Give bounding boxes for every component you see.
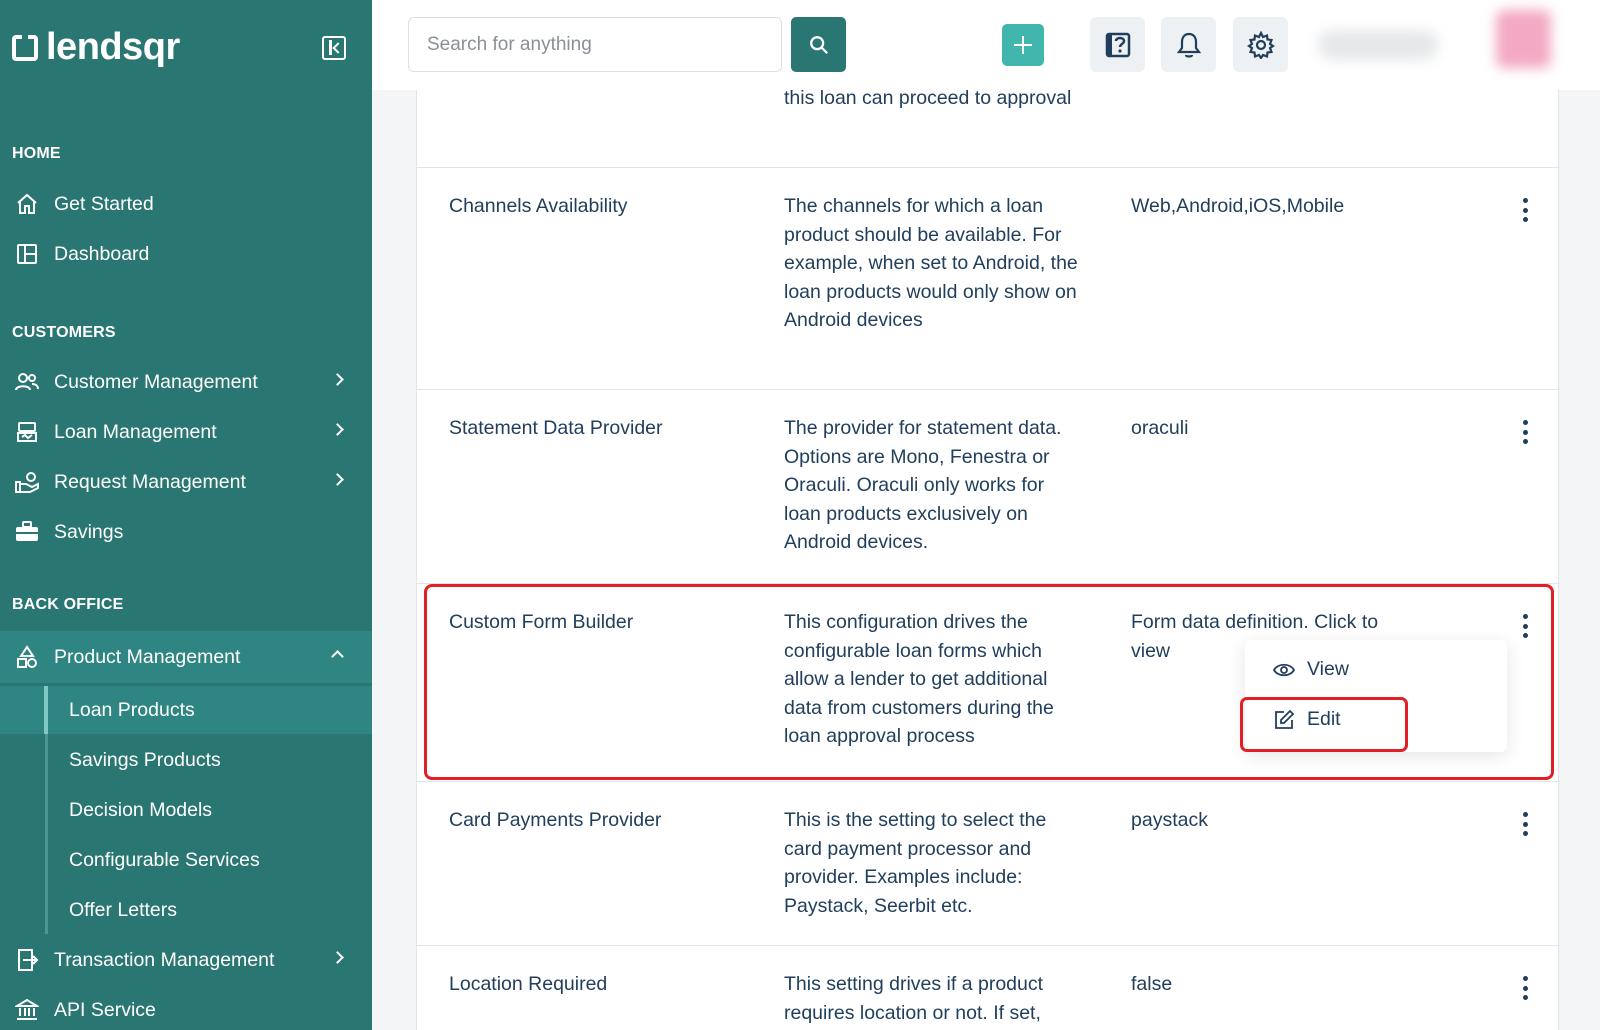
sidebar-item-label: Customer Management [54,370,258,393]
row-actions-kebab-icon[interactable] [1515,420,1535,444]
row-actions-kebab-icon[interactable] [1515,976,1535,1000]
sidebar-item-label: Request Management [54,470,246,493]
sidebar-subitem-loan-products[interactable]: Loan Products [0,686,372,734]
plus-icon [1014,36,1032,54]
edit-highlight-box [1240,697,1408,752]
users-icon [14,369,40,395]
chevron-right-icon [331,473,344,486]
eye-icon [1273,663,1295,676]
brand-name: lendsqr [46,26,180,68]
chevron-right-icon [331,951,344,964]
sidebar-item-transaction-management[interactable]: Transaction Management [0,937,372,983]
sidebar-subitem-decision-models[interactable]: Decision Models [0,786,372,834]
sidebar-item-dashboard[interactable]: Dashboard [0,231,372,277]
table-row: Location Required This setting drives if… [417,946,1560,1030]
configuration-table: this loan can proceed to approval Channe… [416,87,1560,1030]
sidebar-subitem-configurable-services[interactable]: Configurable Services [0,836,372,884]
sidebar-item-loan-management[interactable]: Loan Management [0,409,372,455]
row-actions-kebab-icon[interactable] [1515,812,1535,836]
sidebar-subitem-label: Offer Letters [69,898,178,921]
gear-icon [1246,30,1275,59]
row-name: Channels Availability [449,195,628,217]
row-name: Card Payments Provider [449,809,662,831]
products-icon [14,644,40,670]
row-description: This setting drives if a product require… [784,973,1044,1024]
sidebar-item-product-management[interactable]: Product Management [0,631,372,683]
bank-icon [14,997,40,1023]
sidebar-subitem-savings-products[interactable]: Savings Products [0,736,372,784]
sidebar-item-request-management[interactable]: Request Management [0,459,372,505]
sidebar-subitem-label: Savings Products [69,748,221,771]
menu-item-label: View [1307,658,1349,680]
row-name: Location Required [449,973,608,995]
menu-item-view[interactable]: View [1273,658,1349,681]
section-title-home: HOME [12,145,61,162]
row-value: oraculi [1131,417,1189,439]
sidebar-item-label: API Service [54,998,156,1021]
section-title-back-office: BACK OFFICE [12,596,124,613]
sidebar-subitem-label: Configurable Services [69,848,260,871]
settings-button[interactable] [1233,17,1288,72]
sidebar-item-label: Savings [54,520,124,543]
logo-icon [12,34,38,61]
table-row: this loan can proceed to approval [417,87,1560,168]
row-value: paystack [1131,809,1208,831]
dashboard-icon [14,241,40,267]
sidebar-item-get-started[interactable]: Get Started [0,181,372,227]
search-icon [809,35,828,54]
row-value: false [1131,973,1173,995]
chevron-up-icon [331,650,344,663]
row-description: The channels for which a loan product sh… [784,195,1078,332]
table-row: Card Payments Provider This is the setti… [417,782,1560,946]
sidebar: lendsqr HOME Get Started Dashboard CUSTO… [0,0,372,1030]
table-row: Statement Data Provider The provider for… [417,390,1560,584]
sidebar-item-savings[interactable]: Savings [0,509,372,555]
help-button[interactable] [1090,17,1145,72]
loan-icon [14,419,40,445]
add-button[interactable] [1002,24,1044,66]
sidebar-item-api-service[interactable]: API Service [0,987,372,1030]
sidebar-item-label: Loan Management [54,420,217,443]
sidebar-item-label: Product Management [54,645,241,668]
row-actions-kebab-icon[interactable] [1515,198,1535,222]
row-value: Web,Android,iOS,Mobile [1131,195,1345,217]
bell-icon [1176,32,1201,58]
search-button[interactable] [791,17,846,72]
avatar[interactable] [1496,10,1551,68]
user-name-blurred[interactable] [1318,30,1438,60]
row-description: The provider for statement data. Options… [784,417,1062,554]
collapse-sidebar-icon[interactable] [322,36,346,60]
notifications-button[interactable] [1161,17,1216,72]
row-name: Statement Data Provider [449,417,663,439]
sidebar-subitem-label: Decision Models [69,798,213,821]
request-icon [14,469,40,495]
active-indicator [44,686,48,734]
sidebar-subitem-label: Loan Products [69,698,195,721]
chevron-right-icon [331,373,344,386]
home-icon [14,191,40,217]
search-input[interactable]: Search for anything [408,17,782,72]
sidebar-item-customer-management[interactable]: Customer Management [0,359,372,405]
help-icon [1105,32,1130,57]
chevron-right-icon [331,423,344,436]
brand-logo[interactable]: lendsqr [12,26,180,69]
sidebar-item-label: Dashboard [54,242,150,265]
sidebar-item-label: Get Started [54,192,154,215]
sidebar-subitem-offer-letters[interactable]: Offer Letters [0,886,372,934]
row-description: this loan can proceed to approval [784,87,1072,109]
table-row: Channels Availability The channels for w… [417,168,1560,390]
transaction-icon [14,947,40,973]
sidebar-item-label: Transaction Management [54,948,275,971]
row-description: This is the setting to select the card p… [784,809,1047,917]
briefcase-icon [14,519,40,545]
section-title-customers: CUSTOMERS [12,324,116,341]
